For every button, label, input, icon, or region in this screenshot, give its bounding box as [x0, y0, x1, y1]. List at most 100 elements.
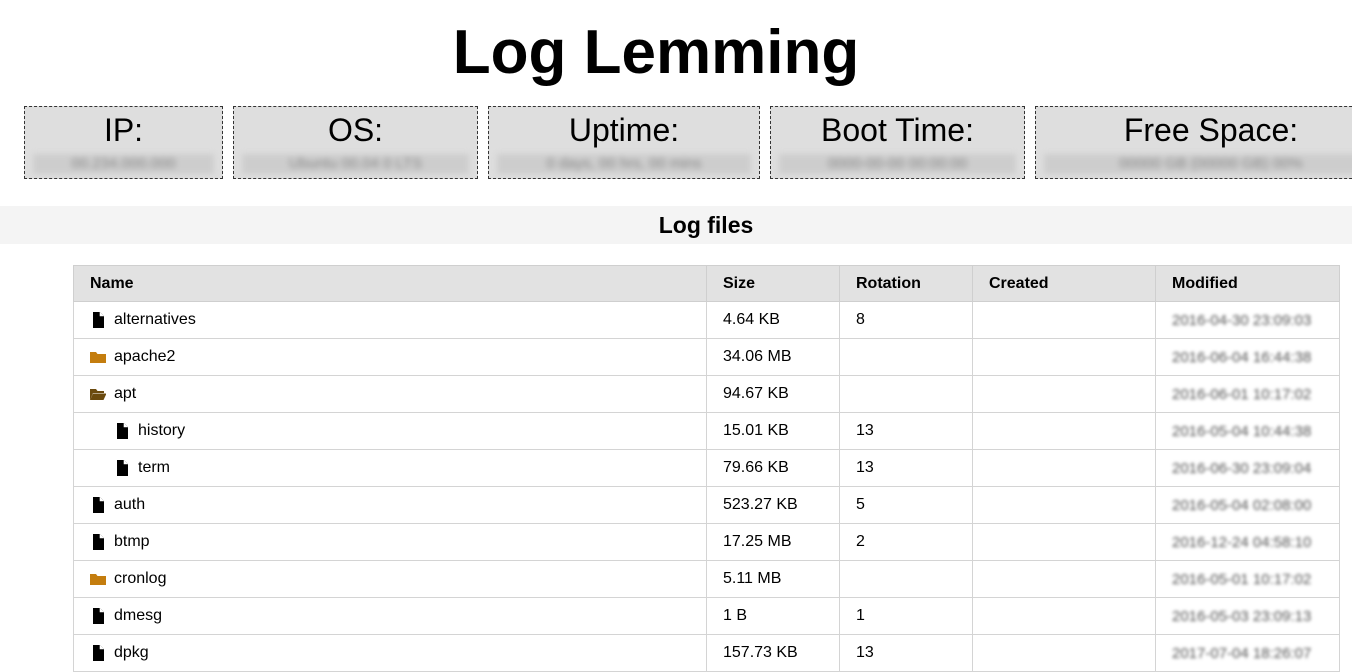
cell-modified: 2016-05-04 02:08:00: [1155, 486, 1340, 524]
cell-rotation: [839, 560, 973, 598]
cell-size: 34.06 MB: [706, 338, 840, 376]
cell-created: [972, 338, 1156, 376]
table-row[interactable]: dmesg 1 B 1 2016-05-03 23:09:13: [73, 597, 1340, 635]
column-header-created[interactable]: Created: [972, 265, 1156, 302]
file-name[interactable]: dmesg: [114, 607, 162, 624]
stat-value: Ubuntu 00.04 0 LTS: [242, 154, 469, 174]
cell-name[interactable]: apache2: [73, 338, 707, 376]
cell-modified: 2016-06-04 16:44:38: [1155, 338, 1340, 376]
file-name[interactable]: alternatives: [114, 311, 196, 328]
cell-size: 17.25 MB: [706, 523, 840, 561]
cell-size: 523.27 KB: [706, 486, 840, 524]
column-header-name[interactable]: Name: [73, 265, 707, 302]
stat-label: Free Space:: [1123, 112, 1299, 148]
file-icon: [90, 497, 106, 513]
file-name[interactable]: history: [138, 422, 185, 439]
table-row[interactable]: dpkg 157.73 KB 13 2017-07-04 18:26:07: [73, 634, 1340, 672]
cell-modified: 2016-06-01 10:17:02: [1155, 375, 1340, 413]
cell-name[interactable]: apt: [73, 375, 707, 413]
log-files-table: Name Size Rotation Created Modified alte…: [73, 265, 1340, 672]
stat-uptime: Uptime: 0 days, 00 hrs, 00 mins: [488, 106, 760, 179]
file-icon: [90, 608, 106, 624]
cell-rotation: [839, 338, 973, 376]
stat-free-space: Free Space: 00000 GB (00000 GB) 00%: [1035, 106, 1352, 179]
table-row[interactable]: apt 94.67 KB 2016-06-01 10:17:02: [73, 375, 1340, 413]
stat-value: 0000-00-00 00:00:00: [779, 154, 1016, 174]
cell-created: [972, 412, 1156, 450]
stat-ip: IP: 00.234.000.000: [24, 106, 223, 179]
cell-name[interactable]: cronlog: [73, 560, 707, 598]
section-title: Log files: [658, 212, 754, 238]
cell-created: [972, 634, 1156, 672]
cell-name[interactable]: dmesg: [73, 597, 707, 635]
cell-rotation: 13: [839, 412, 973, 450]
cell-rotation: [839, 375, 973, 413]
cell-size: 157.73 KB: [706, 634, 840, 672]
cell-created: [972, 375, 1156, 413]
cell-rotation: 13: [839, 634, 973, 672]
cell-modified: 2016-12-24 04:58:10: [1155, 523, 1340, 561]
cell-rotation: 8: [839, 301, 973, 339]
table-row[interactable]: auth 523.27 KB 5 2016-05-04 02:08:00: [73, 486, 1340, 524]
cell-created: [972, 560, 1156, 598]
stat-value: 0 days, 00 hrs, 00 mins: [497, 154, 751, 174]
table-header-row: Name Size Rotation Created Modified: [73, 265, 1340, 302]
cell-modified: 2016-06-30 23:09:04: [1155, 449, 1340, 487]
cell-rotation: 1: [839, 597, 973, 635]
cell-size: 79.66 KB: [706, 449, 840, 487]
column-header-modified[interactable]: Modified: [1155, 265, 1340, 302]
cell-name[interactable]: history: [73, 412, 707, 450]
stat-label: IP:: [103, 112, 144, 148]
cell-rotation: 5: [839, 486, 973, 524]
cell-rotation: 2: [839, 523, 973, 561]
cell-modified: 2016-05-04 10:44:38: [1155, 412, 1340, 450]
cell-rotation: 13: [839, 449, 973, 487]
folder-open-icon: [90, 386, 106, 402]
file-name[interactable]: cronlog: [114, 570, 166, 587]
cell-name[interactable]: btmp: [73, 523, 707, 561]
cell-name[interactable]: alternatives: [73, 301, 707, 339]
cell-created: [972, 523, 1156, 561]
file-name[interactable]: term: [138, 459, 170, 476]
file-icon: [114, 460, 130, 476]
cell-name[interactable]: auth: [73, 486, 707, 524]
table-row[interactable]: btmp 17.25 MB 2 2016-12-24 04:58:10: [73, 523, 1340, 561]
table-row[interactable]: alternatives 4.64 KB 8 2016-04-30 23:09:03: [73, 301, 1340, 339]
stat-boot-time: Boot Time: 0000-00-00 00:00:00: [770, 106, 1025, 179]
cell-created: [972, 597, 1156, 635]
cell-size: 1 B: [706, 597, 840, 635]
cell-name[interactable]: dpkg: [73, 634, 707, 672]
file-name[interactable]: btmp: [114, 533, 150, 550]
table-row[interactable]: term 79.66 KB 13 2016-06-30 23:09:04: [73, 449, 1340, 487]
file-name[interactable]: apt: [114, 385, 136, 402]
cell-created: [972, 301, 1156, 339]
stat-os: OS: Ubuntu 00.04 0 LTS: [233, 106, 478, 179]
folder-icon: [90, 571, 106, 587]
cell-modified: 2016-05-01 10:17:02: [1155, 560, 1340, 598]
table-row[interactable]: history 15.01 KB 13 2016-05-04 10:44:38: [73, 412, 1340, 450]
stat-label: Boot Time:: [821, 112, 974, 148]
file-name[interactable]: auth: [114, 496, 145, 513]
cell-size: 4.64 KB: [706, 301, 840, 339]
column-header-size[interactable]: Size: [706, 265, 840, 302]
cell-size: 15.01 KB: [706, 412, 840, 450]
file-icon: [90, 534, 106, 550]
cell-modified: 2016-05-03 23:09:13: [1155, 597, 1340, 635]
file-name[interactable]: dpkg: [114, 644, 149, 661]
stat-label: Uptime:: [568, 112, 680, 148]
file-name[interactable]: apache2: [114, 348, 175, 365]
stat-value: 00.234.000.000: [33, 154, 214, 174]
cell-size: 5.11 MB: [706, 560, 840, 598]
folder-icon: [90, 349, 106, 365]
cell-name[interactable]: term: [73, 449, 707, 487]
cell-created: [972, 486, 1156, 524]
column-header-rotation[interactable]: Rotation: [839, 265, 973, 302]
stat-label: OS:: [327, 112, 384, 148]
table-row[interactable]: apache2 34.06 MB 2016-06-04 16:44:38: [73, 338, 1340, 376]
cell-modified: 2016-04-30 23:09:03: [1155, 301, 1340, 339]
cell-size: 94.67 KB: [706, 375, 840, 413]
file-icon: [90, 312, 106, 328]
table-row[interactable]: cronlog 5.11 MB 2016-05-01 10:17:02: [73, 560, 1340, 598]
section-header: Log files: [0, 206, 1352, 244]
stat-value: 00000 GB (00000 GB) 00%: [1044, 154, 1352, 174]
